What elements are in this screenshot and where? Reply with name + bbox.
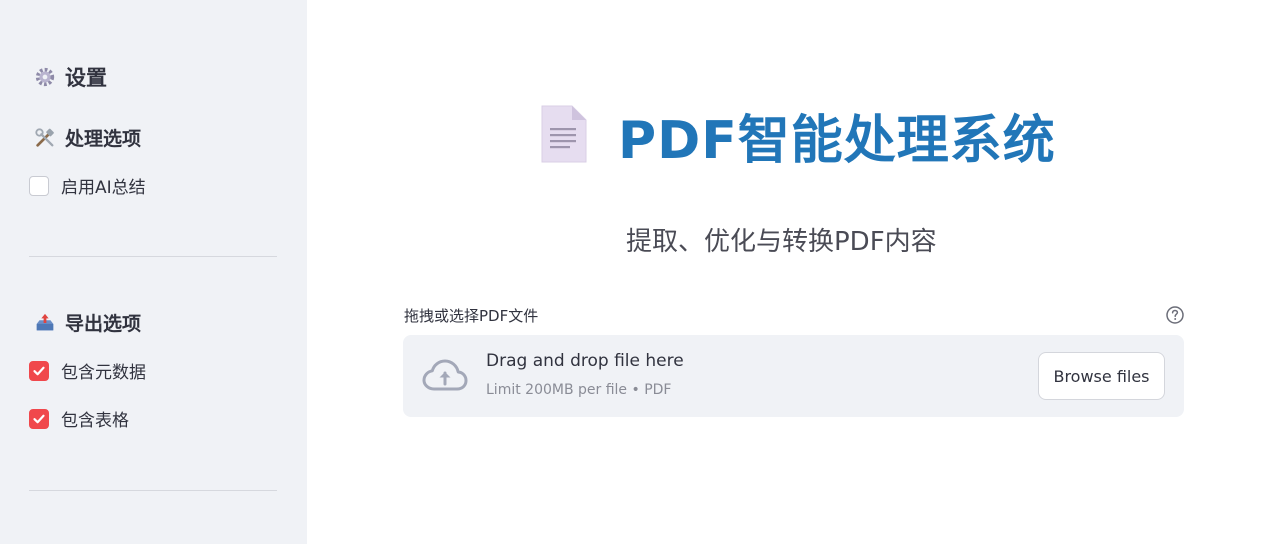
checkmark-icon bbox=[33, 414, 45, 423]
document-icon bbox=[540, 104, 588, 168]
checkbox-box[interactable] bbox=[29, 360, 49, 381]
gear-icon bbox=[33, 65, 57, 89]
checkbox-box[interactable] bbox=[29, 175, 49, 196]
outbox-tray-icon bbox=[33, 311, 57, 335]
sidebar-divider bbox=[29, 256, 277, 257]
checkmark-icon bbox=[33, 366, 45, 375]
include-metadata-label: 包含元数据 bbox=[61, 363, 146, 383]
enable-ai-summary-label: 启用AI总结 bbox=[61, 178, 146, 198]
processing-options-title: 处理选项 bbox=[65, 128, 142, 150]
export-options-heading: 导出选项 bbox=[33, 309, 141, 336]
include-tables-label: 包含表格 bbox=[61, 411, 129, 431]
uploader-label: 拖拽或选择PDF文件 bbox=[404, 307, 539, 325]
page-title-row: PDF智能处理系统 bbox=[540, 98, 1056, 173]
dropzone-limit-text: Limit 200MB per file • PDF bbox=[486, 382, 672, 398]
sidebar: 设置 处理选项 启用AI总结 导出选项 包含元数据 包含表格 bbox=[0, 0, 307, 544]
cloud-upload-icon bbox=[422, 357, 468, 399]
processing-options-heading: 处理选项 bbox=[33, 124, 141, 151]
checkbox-box[interactable] bbox=[29, 408, 49, 429]
help-icon[interactable] bbox=[1165, 305, 1185, 325]
page-title: PDF智能处理系统 bbox=[618, 111, 1056, 171]
enable-ai-summary-checkbox[interactable]: 启用AI总结 bbox=[29, 173, 146, 198]
export-options-title: 导出选项 bbox=[65, 313, 142, 335]
sidebar-divider bbox=[29, 490, 277, 491]
browse-files-button[interactable]: Browse files bbox=[1038, 352, 1165, 400]
page-subtitle: 提取、优化与转换PDF内容 bbox=[626, 227, 937, 257]
settings-heading: 设置 bbox=[33, 62, 107, 92]
tools-icon bbox=[33, 126, 57, 150]
dropzone-instructions: Drag and drop file here bbox=[486, 351, 684, 371]
include-metadata-checkbox[interactable]: 包含元数据 bbox=[29, 358, 146, 383]
settings-title: 设置 bbox=[65, 66, 107, 90]
include-tables-checkbox[interactable]: 包含表格 bbox=[29, 406, 129, 431]
file-dropzone[interactable]: Drag and drop file here Limit 200MB per … bbox=[403, 335, 1184, 417]
